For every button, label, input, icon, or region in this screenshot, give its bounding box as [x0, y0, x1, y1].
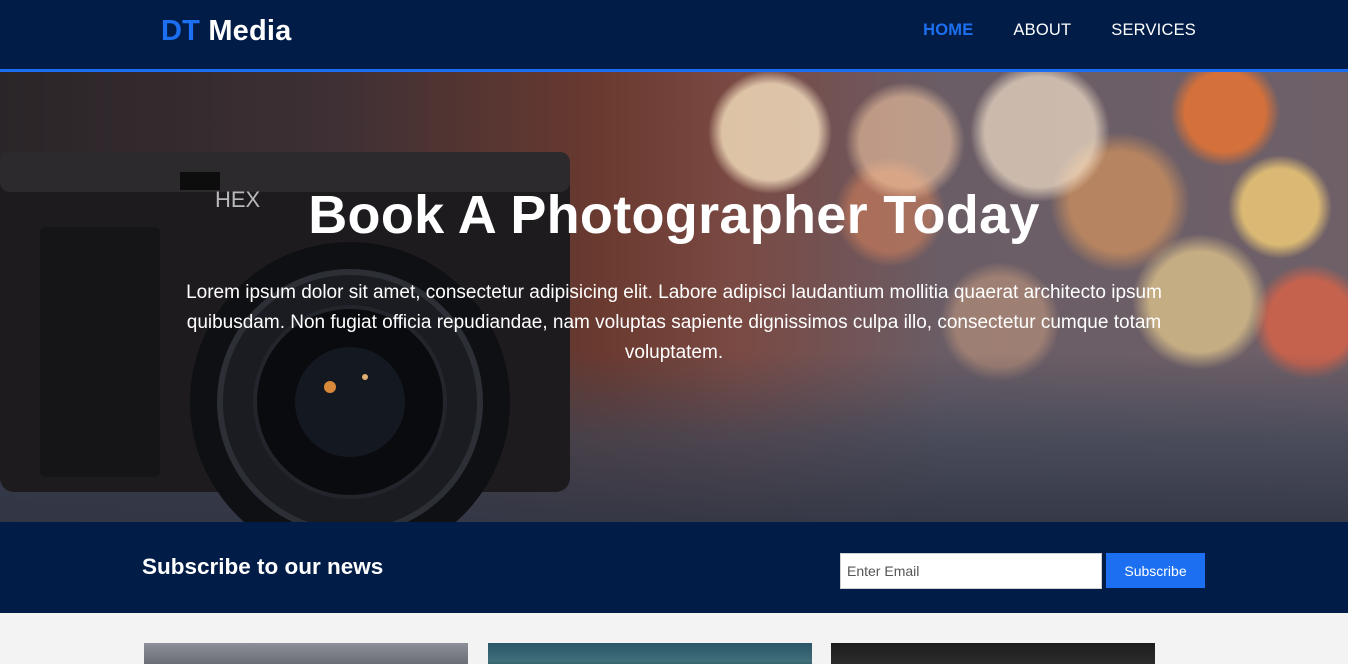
- main-nav: HOME ABOUT SERVICES: [923, 21, 1196, 40]
- logo-text: Media: [208, 15, 292, 47]
- subscribe-button[interactable]: Subscribe: [1106, 553, 1205, 588]
- subscribe-title: Subscribe to our news: [142, 554, 384, 579]
- nav-services-link[interactable]: SERVICES: [1111, 21, 1196, 40]
- site-header: DT Media HOME ABOUT SERVICES: [0, 0, 1348, 72]
- hero-banner: HEX Book A Photographer Today Lorem ipsu…: [0, 72, 1348, 522]
- nav-home-link[interactable]: HOME: [923, 21, 973, 40]
- subscribe-section: Subscribe to our news Subscribe: [0, 522, 1348, 613]
- gallery-image[interactable]: [144, 643, 468, 664]
- gallery-section: [0, 613, 1348, 664]
- hero-description: Lorem ipsum dolor sit amet, consectetur …: [186, 282, 1162, 363]
- hero-title: Book A Photographer Today: [308, 185, 1040, 245]
- email-input[interactable]: [840, 553, 1102, 589]
- nav-about-link[interactable]: ABOUT: [1013, 21, 1071, 40]
- gallery-image[interactable]: [488, 643, 812, 664]
- hero-content: Book A Photographer Today Lorem ipsum do…: [0, 72, 1348, 522]
- gallery-image[interactable]: [831, 643, 1155, 664]
- site-logo[interactable]: DT Media: [161, 15, 292, 48]
- logo-accent: DT: [161, 15, 201, 47]
